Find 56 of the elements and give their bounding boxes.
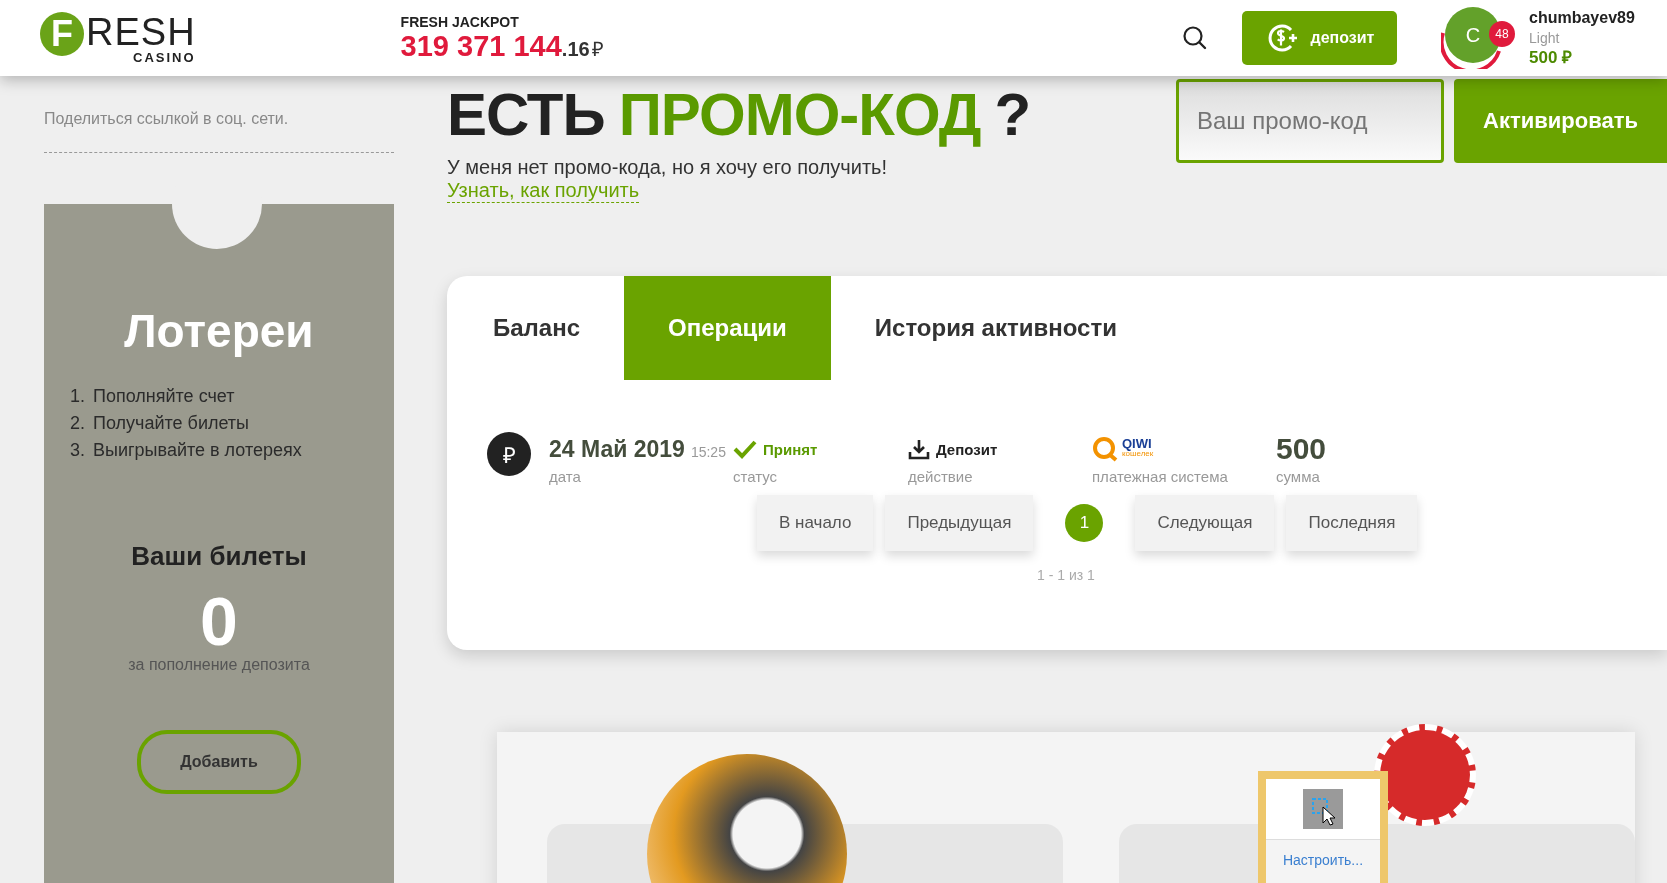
get-code-link[interactable]: Узнать, как получить xyxy=(447,179,640,203)
heading-word: ЕСТЬ xyxy=(447,82,605,148)
tab[interactable]: История активности xyxy=(830,276,1161,380)
promo-subtitle: У меня нет промо-кода, но я хочу его получить! xyxy=(447,156,889,179)
pagination-button[interactable]: В начало xyxy=(757,495,874,551)
logo-initial: F xyxy=(40,11,84,56)
add-button[interactable]: Добавить xyxy=(137,730,301,794)
jackpot-cents: .16 xyxy=(561,37,590,61)
step-text: Пополняйте счет xyxy=(93,386,235,407)
column-label: статус xyxy=(733,468,779,485)
user-balance: 500 ₽ xyxy=(1529,48,1574,68)
notification-badge: 48 xyxy=(1489,21,1515,47)
download-icon xyxy=(908,438,930,460)
search-icon[interactable] xyxy=(1182,25,1208,51)
heading-word: ? xyxy=(994,82,1031,148)
column-label: действие xyxy=(908,468,974,485)
jackpot-currency: ₽ xyxy=(591,36,604,62)
step-number: 1. xyxy=(70,386,85,407)
payment-logo: QIWI кошелек xyxy=(1092,432,1276,466)
step-number: 3. xyxy=(70,440,85,461)
cursor-selection-icon xyxy=(1303,789,1343,829)
activate-button[interactable]: Активировать xyxy=(1454,79,1667,163)
operation-time: 15:25 xyxy=(690,444,726,460)
jackpot-label: FRESH JACKPOT xyxy=(400,13,520,30)
logo-word: RESH xyxy=(86,11,196,52)
column-label: платежная система xyxy=(1092,468,1229,485)
pagination-button[interactable]: Следующая xyxy=(1135,495,1275,551)
ruble-icon: ₽ xyxy=(487,432,531,476)
promo-code-field[interactable]: Ваш промо-код xyxy=(1176,79,1444,163)
lottery-title: Лотереи xyxy=(124,304,314,358)
step-text: Получайте билеты xyxy=(93,413,250,434)
deposit-button[interactable]: депозит xyxy=(1242,11,1397,65)
step-number: 2. xyxy=(70,413,85,434)
pagination-summary: 1 - 1 из 1 xyxy=(1037,567,1096,583)
logo-subtitle: CASINO xyxy=(133,49,196,65)
operation-date: 24 Май 2019 xyxy=(549,435,685,463)
column-label: сумма xyxy=(1276,468,1321,485)
tickets-count: 0 xyxy=(200,586,238,656)
operation-action: Депозит xyxy=(936,440,998,458)
tickets-title: Ваши билеты xyxy=(131,541,307,572)
pagination-button[interactable]: Предыдущая xyxy=(885,495,1034,551)
pagination-button[interactable]: Последняя xyxy=(1286,495,1418,551)
user-level: Light xyxy=(1529,29,1561,48)
tickets-note: за пополнение депозита xyxy=(128,656,310,674)
share-text[interactable]: Поделиться ссылкой в соц. сети. xyxy=(44,76,394,153)
username[interactable]: chumbayev89 xyxy=(1529,8,1635,28)
heading-word: ПРОМО-КОД xyxy=(618,82,981,148)
operation-status: Принят xyxy=(763,440,818,458)
page-number-button[interactable]: 1 xyxy=(1065,504,1104,542)
customize-link[interactable]: Настроить... xyxy=(1266,840,1380,883)
column-label: дата xyxy=(549,468,582,485)
tab[interactable]: Баланс xyxy=(449,276,625,380)
tab[interactable]: Операции xyxy=(624,276,831,380)
jackpot-amount: 319 371 144 xyxy=(400,29,562,63)
step-text: Выигрывайте в лотереях xyxy=(93,440,302,461)
operation-amount: 500 xyxy=(1276,432,1327,466)
